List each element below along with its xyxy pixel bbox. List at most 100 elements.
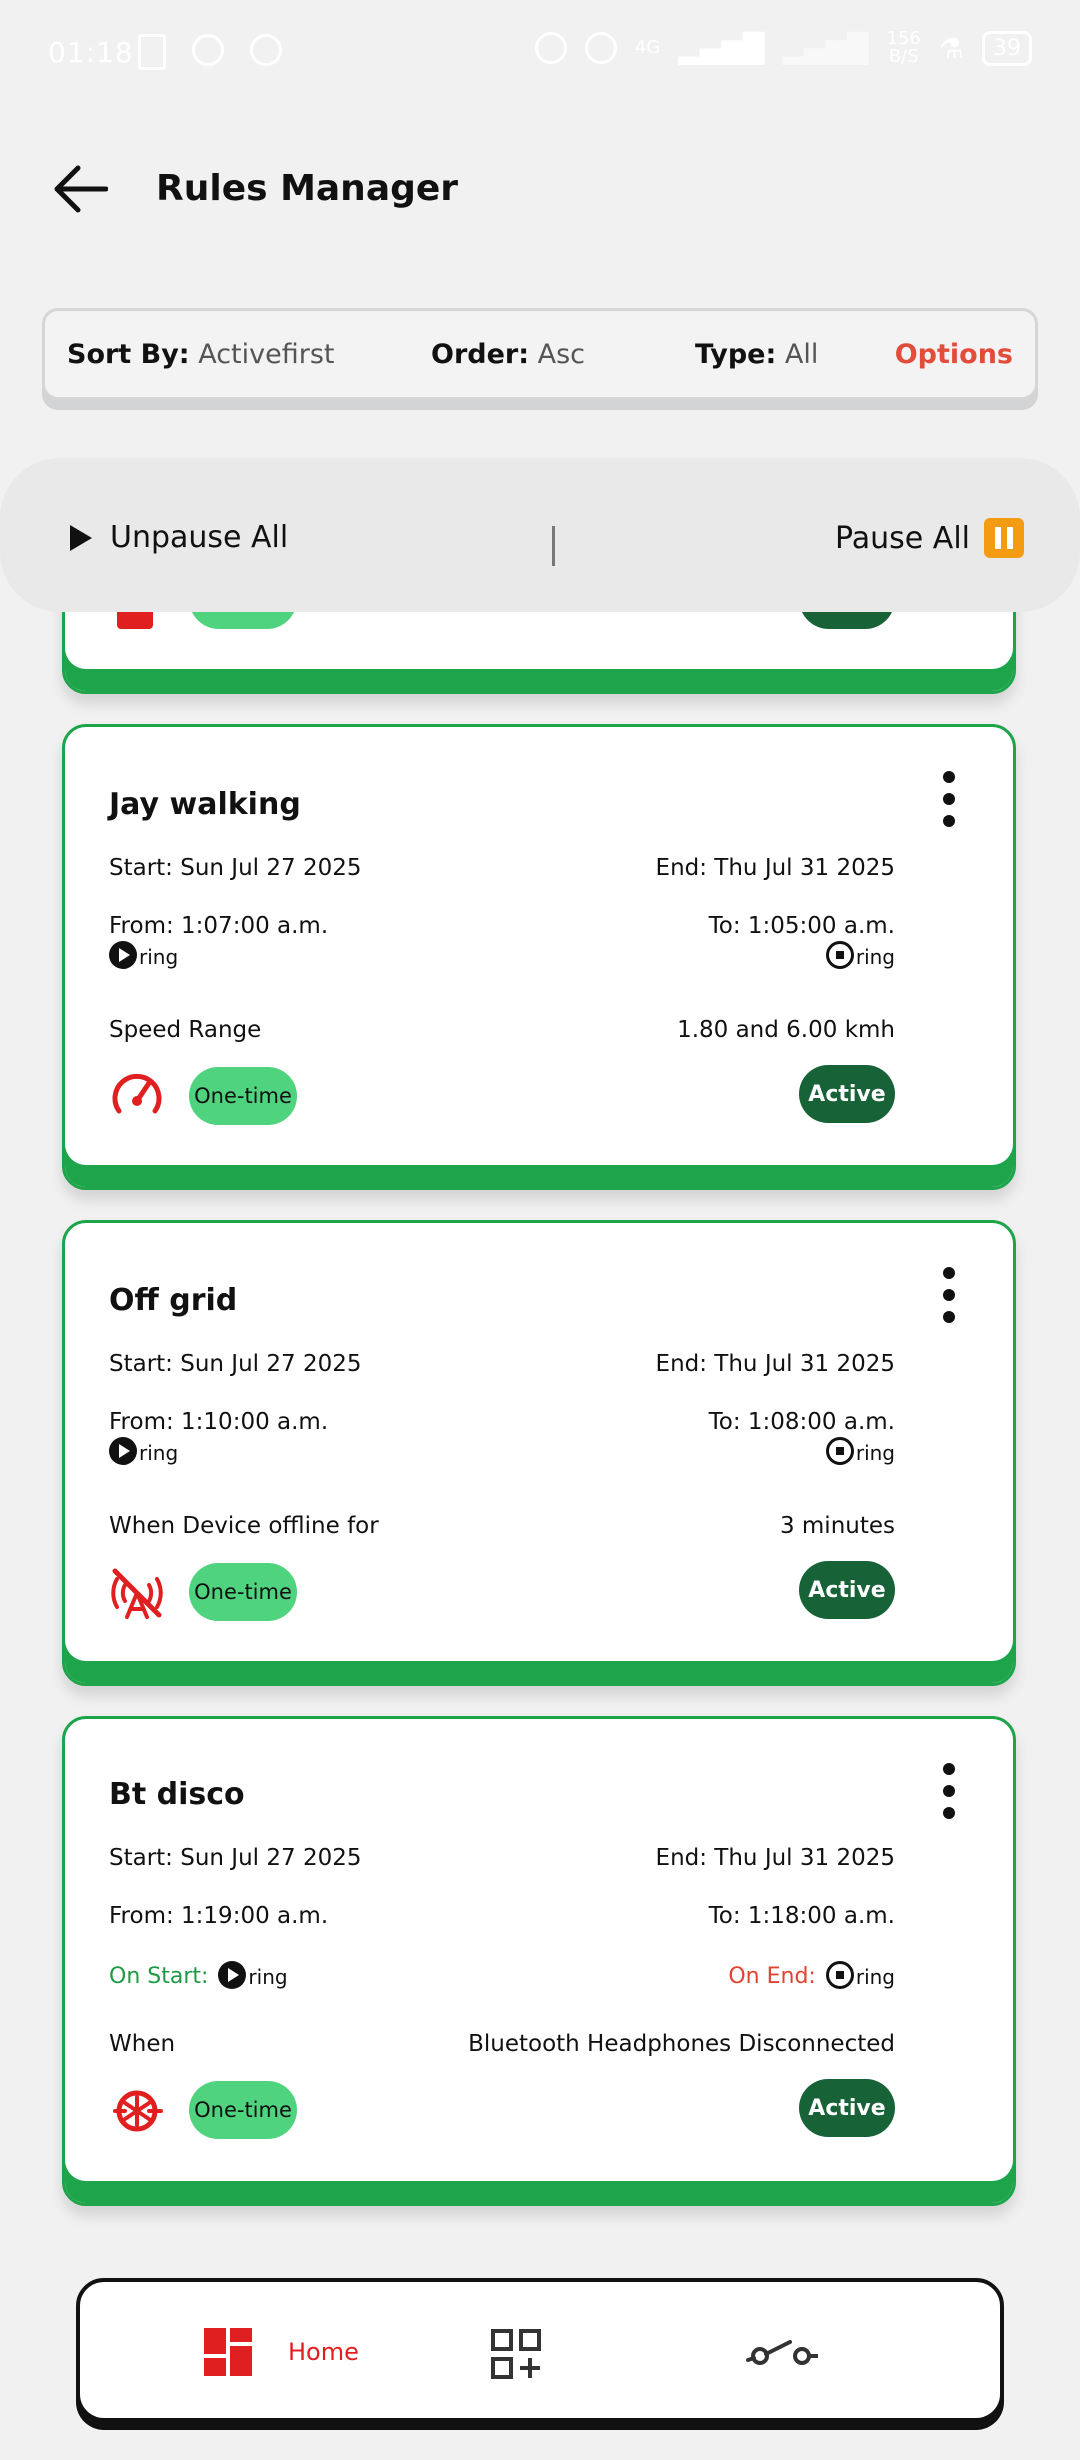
signal-icon: ▂▄▆█ — [678, 31, 765, 65]
status-bar: 01:18 4G ▂▄▆█ ▂▄▆█ 156 B/S ⚗ 39 — [0, 0, 1080, 110]
offline-icon — [111, 1568, 163, 1619]
play-circle-icon — [109, 1437, 137, 1465]
type-value: All — [784, 339, 819, 370]
back-arrow-icon[interactable] — [52, 164, 108, 214]
speedometer-icon — [112, 1073, 162, 1114]
alarm-icon — [534, 32, 567, 64]
order-label: Order: — [431, 339, 530, 370]
battery-indicator: 39 — [982, 30, 1032, 66]
start-ring-label: ring — [139, 945, 179, 969]
start-date: Start: Sun Jul 27 2025 — [109, 855, 362, 881]
frequency-badge: One-time — [189, 1067, 297, 1125]
stop-circle-icon — [825, 1961, 854, 1989]
on-start-label: On Start: — [109, 1964, 209, 1989]
condition-value: 3 minutes — [779, 1513, 895, 1539]
condition-label: When — [109, 2031, 176, 2057]
from-time: From: 1:19:00 a.m. — [109, 1903, 329, 1929]
from-time: From: 1:07:00 a.m. — [109, 913, 329, 939]
start-date: Start: Sun Jul 27 2025 — [109, 1845, 362, 1871]
date-row: Start: Sun Jul 27 2025 End: Thu Jul 31 2… — [109, 1845, 895, 1871]
screenshot-icon — [138, 34, 166, 70]
start-action: ring — [109, 1437, 178, 1465]
stop-circle-icon — [825, 1437, 854, 1465]
bottom-nav: Home — [76, 2278, 1004, 2422]
type-label: Type: — [695, 339, 777, 370]
network-type: 4G — [634, 37, 661, 58]
unpause-all-button[interactable]: Unpause All — [70, 520, 288, 555]
rule-name: Jay walking — [109, 787, 301, 822]
system-icons: 4G ▂▄▆█ ▂▄▆█ 156 B/S ⚗ 39 — [534, 30, 1032, 66]
nav-home-label: Home — [288, 2338, 359, 2366]
start-action: On Start: ring — [109, 1961, 288, 1989]
pause-controls: Unpause All Pause All — [0, 458, 1080, 612]
options-button[interactable]: Options — [895, 339, 1013, 370]
sort-by-value: Activefirst — [198, 339, 335, 370]
pause-icon — [984, 518, 1024, 558]
condition-value: 1.80 and 6.00 kmh — [677, 1017, 895, 1043]
time-row: From: 1:07:00 a.m. To: 1:05:00 a.m. — [109, 913, 895, 939]
more-options-icon[interactable] — [943, 1267, 955, 1323]
start-date: Start: Sun Jul 27 2025 — [109, 1351, 362, 1377]
order-control[interactable]: Order: Asc — [431, 339, 585, 370]
rule-name: Off grid — [109, 1283, 238, 1318]
switch-icon[interactable] — [746, 2328, 818, 2376]
end-date: End: Thu Jul 31 2025 — [655, 855, 895, 881]
sort-by-control[interactable]: Sort By: Activefirst — [67, 339, 334, 370]
condition-value: Bluetooth Headphones Disconnected — [468, 2031, 895, 2057]
rule-name: Bt disco — [109, 1777, 245, 1812]
sort-by-label: Sort By: — [67, 339, 190, 370]
status-badge[interactable]: Active — [799, 1065, 895, 1123]
condition-row: When Bluetooth Headphones Disconnected — [109, 2031, 895, 2057]
date-row: Start: Sun Jul 27 2025 End: Thu Jul 31 2… — [109, 855, 895, 881]
to-time: To: 1:08:00 a.m. — [708, 1409, 895, 1435]
nav-home[interactable]: Home — [204, 2328, 359, 2376]
add-grid-icon[interactable] — [490, 2328, 542, 2380]
rule-card[interactable]: Bt disco Start: Sun Jul 27 2025 End: Thu… — [62, 1716, 1016, 2206]
time-row: From: 1:19:00 a.m. To: 1:18:00 a.m. — [109, 1903, 895, 1929]
play-circle-icon — [109, 941, 137, 969]
frequency-badge: One-time — [189, 1563, 297, 1621]
media-icon — [192, 34, 224, 66]
rule-card[interactable]: Off grid Start: Sun Jul 27 2025 End: Thu… — [62, 1220, 1016, 1686]
end-action: ring — [825, 1437, 895, 1465]
end-action: On End: ring — [728, 1961, 895, 1989]
more-options-icon[interactable] — [943, 771, 955, 827]
condition-label: Speed Range — [109, 1017, 262, 1043]
timer-icon — [250, 34, 282, 66]
on-end-label: On End: — [728, 1964, 816, 1989]
divider — [552, 526, 555, 566]
stop-circle-icon — [825, 941, 854, 969]
signal-2-icon: ▂▄▆█ — [782, 31, 869, 65]
more-options-icon[interactable] — [943, 1763, 955, 1819]
pause-all-button[interactable]: Pause All — [835, 518, 1024, 558]
to-time: To: 1:18:00 a.m. — [708, 1903, 895, 1929]
end-ring-label: ring — [855, 1965, 895, 1989]
condition-row: Speed Range 1.80 and 6.00 kmh — [109, 1017, 895, 1043]
date-row: Start: Sun Jul 27 2025 End: Thu Jul 31 2… — [109, 1351, 895, 1377]
headphones-icon — [584, 32, 617, 64]
rule-card[interactable]: Jay walking Start: Sun Jul 27 2025 End: … — [62, 724, 1016, 1190]
end-action: ring — [825, 941, 895, 969]
bluetooth-disconnect-icon — [113, 2090, 163, 2132]
end-ring-label: ring — [855, 1441, 895, 1465]
order-value: Asc — [537, 339, 586, 370]
to-time: To: 1:05:00 a.m. — [708, 913, 895, 939]
condition-row: When Device offline for 3 minutes — [109, 1513, 895, 1539]
net-speed: 156 B/S — [887, 30, 921, 66]
condition-label: When Device offline for — [109, 1513, 379, 1539]
sort-bar: Sort By: Activefirst Order: Asc Type: Al… — [42, 308, 1038, 400]
end-date: End: Thu Jul 31 2025 — [655, 1351, 895, 1377]
dashboard-icon — [204, 2328, 252, 2376]
frequency-badge: One-time — [189, 2081, 297, 2139]
status-badge[interactable]: Active — [799, 1561, 895, 1619]
start-ring-label: ring — [248, 1965, 288, 1989]
type-control[interactable]: Type: All — [695, 339, 818, 370]
end-ring-label: ring — [855, 945, 895, 969]
time-row: From: 1:10:00 a.m. To: 1:08:00 a.m. — [109, 1409, 895, 1435]
unpause-all-label: Unpause All — [110, 520, 289, 555]
start-action: ring — [109, 941, 178, 969]
status-badge[interactable]: Active — [799, 2079, 895, 2137]
start-ring-label: ring — [139, 1441, 179, 1465]
end-date: End: Thu Jul 31 2025 — [655, 1845, 895, 1871]
notification-icons — [138, 34, 282, 70]
